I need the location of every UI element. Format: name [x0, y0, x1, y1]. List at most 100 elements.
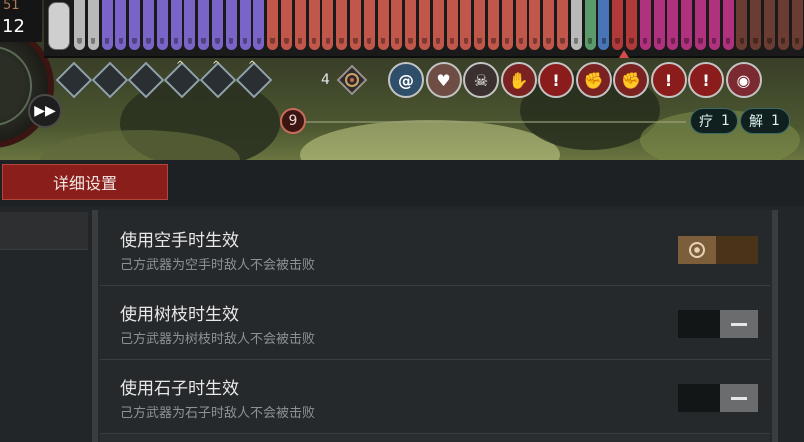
heal-count: 1: [721, 113, 730, 129]
list-bottom-edge: [100, 434, 770, 442]
card-deck-bar: [44, 0, 804, 58]
warning-effect-icon[interactable]: !: [688, 62, 724, 98]
counter-box: 51 12: [0, 0, 42, 42]
deck-card: [488, 0, 499, 50]
warning-effect-icon[interactable]: !: [650, 62, 687, 98]
chevron-up-icon: ^: [176, 60, 185, 71]
deck-card: [460, 0, 472, 50]
tab-detailed-settings[interactable]: 详细设置: [2, 164, 168, 200]
beast-effect-icon[interactable]: ◉: [725, 62, 762, 98]
deck-card: [156, 0, 168, 50]
setting-row-bare-hands: 使用空手时生效 己方武器为空手时敌人不会被击败: [100, 214, 770, 286]
deck-card: [515, 0, 527, 50]
deck-card: [281, 0, 292, 50]
deck-card: [115, 0, 127, 50]
setting-row-pebble: 使用石子时生效 己方武器为石子时敌人不会被击败: [100, 362, 770, 434]
deck-card: [777, 0, 789, 50]
deck-card: [474, 0, 486, 50]
deck-card: [363, 0, 375, 50]
heal-counter: 疗 1: [690, 108, 738, 134]
deck-card: [198, 0, 210, 50]
spiral-diamond-icon[interactable]: [336, 64, 368, 96]
deck-card: [87, 0, 99, 50]
deck-card: [708, 0, 720, 50]
rune-diamond-icon[interactable]: ^: [235, 60, 273, 99]
counter-main-value: 12: [2, 16, 25, 37]
heal-label: 疗: [699, 114, 713, 130]
deck-card: [294, 0, 306, 50]
deck-card: [253, 0, 265, 50]
deck-card: [225, 0, 237, 50]
deck-card: [391, 0, 403, 50]
turn-badge: 9: [280, 108, 306, 134]
deck-card: [405, 0, 417, 50]
deck-card: [74, 0, 85, 50]
chevron-up-icon: ^: [248, 60, 257, 71]
deck-card: [350, 0, 361, 50]
setting-toggle[interactable]: [678, 384, 758, 412]
deck-card: [129, 0, 141, 50]
rune-diamond-icon[interactable]: [127, 61, 165, 99]
deck-card: [736, 0, 748, 50]
deck-card: [336, 0, 348, 50]
deck-card: [570, 0, 582, 50]
turn-track-line: [306, 121, 686, 123]
toggle-knob: [678, 236, 716, 264]
deck-card: [639, 0, 651, 50]
deck-card: [722, 0, 734, 50]
deck-card: [419, 0, 430, 50]
warning-effect-icon[interactable]: !: [538, 62, 574, 98]
deck-card: [529, 0, 541, 50]
rune-diamond-icon[interactable]: ^: [199, 60, 237, 99]
deck-card: [612, 0, 624, 50]
scrollbar[interactable]: [772, 210, 778, 442]
counter-top-value: 51: [3, 0, 20, 13]
fast-forward-button[interactable]: ▶▶: [28, 94, 62, 128]
deck-card: [584, 0, 596, 50]
setting-subtitle: 己方武器为石子时敌人不会被击败: [120, 406, 316, 421]
grab-effect-icon[interactable]: ✊: [575, 62, 612, 98]
deck-card: [377, 0, 389, 50]
toggle-knob: [720, 310, 758, 338]
background-foliage: [300, 120, 560, 160]
deck-card: [322, 0, 334, 50]
setting-subtitle: 己方武器为空手时敌人不会被击败: [120, 258, 316, 273]
rune-diamond-icon[interactable]: [55, 61, 93, 99]
grab-effect-icon[interactable]: ✊: [613, 62, 649, 98]
rune-diamond-icon[interactable]: [91, 61, 129, 99]
deck-card: [446, 0, 458, 50]
setting-toggle[interactable]: [678, 310, 758, 338]
list-left-rail: [92, 210, 98, 442]
deck-card: [432, 0, 444, 50]
deck-card: [501, 0, 513, 50]
deck-card: [143, 0, 154, 50]
toggle-knob: [720, 384, 758, 412]
heart-effect-icon[interactable]: ♥: [425, 62, 462, 98]
swirl-effect-icon[interactable]: @: [388, 62, 424, 98]
deck-card: [543, 0, 555, 50]
deck-card: [750, 0, 762, 50]
diamond-frame: [55, 61, 93, 99]
setting-toggle[interactable]: [678, 236, 758, 264]
solve-counter: 解 1: [740, 108, 790, 134]
deck-card: [667, 0, 679, 50]
deck-card: [308, 0, 320, 50]
game-screen: 51 12 ^ ^ ^ 4 @ ♥ ☠ ✋! ✊ ✊!! ◉ ▶▶ 9 疗 1 解 1: [0, 0, 804, 442]
solve-count: 1: [771, 113, 780, 129]
deck-card: [212, 0, 223, 50]
skull-effect-icon[interactable]: ☠: [463, 62, 499, 98]
setting-row-branch: 使用树枝时生效 己方武器为树枝时敌人不会被击败: [100, 288, 770, 360]
deck-card: [239, 0, 251, 50]
deck-card: [184, 0, 196, 50]
deck-card: [101, 0, 113, 50]
hand-effect-icon[interactable]: ✋: [500, 62, 537, 98]
deck-card: [557, 0, 568, 50]
diamond-frame: [91, 61, 129, 99]
deck-card: [695, 0, 706, 50]
deck-card: [791, 0, 803, 50]
stack-count: 4: [321, 72, 330, 88]
deck-card: [267, 0, 279, 50]
solve-label: 解: [749, 114, 763, 130]
left-nav-item[interactable]: [0, 212, 88, 250]
rune-diamond-icon[interactable]: ^: [163, 60, 201, 99]
